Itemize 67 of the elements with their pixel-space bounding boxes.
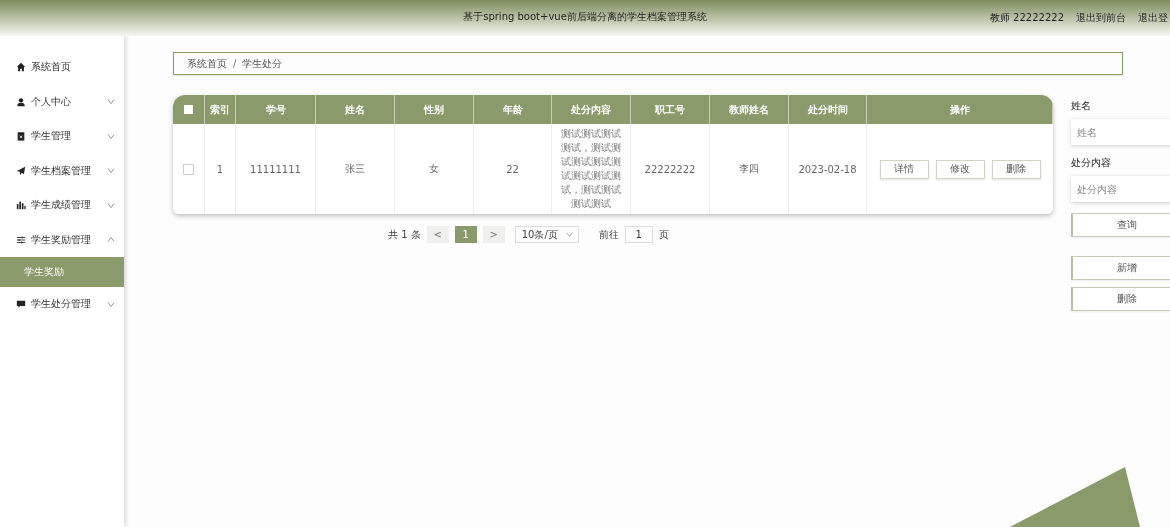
page-unit-label: 页	[658, 227, 669, 242]
column-header: 教师姓名	[710, 95, 789, 124]
breadcrumb-item[interactable]: 系统首页	[187, 56, 227, 71]
table-cell: 1	[205, 124, 236, 214]
paper-plane-icon	[16, 165, 26, 176]
clipboard-icon	[16, 131, 26, 142]
menu-item[interactable]: 个人中心	[0, 84, 124, 119]
table-cell: 11111111	[236, 124, 316, 214]
next-page-button[interactable]: >	[482, 226, 505, 243]
table-cell: 2023-02-18	[789, 124, 867, 214]
menu-label: 学生奖励管理	[31, 232, 91, 247]
chevron-down-icon	[565, 232, 573, 237]
menu-label: 学生成绩管理	[31, 198, 91, 213]
total-count: 共 1 条	[388, 227, 421, 242]
menu-label: 学生档案管理	[31, 163, 91, 178]
user-label: 教师 22222222	[989, 11, 1064, 25]
column-header: 索引	[205, 95, 236, 124]
sliders-icon	[16, 234, 26, 245]
table-cell: 22	[474, 124, 552, 214]
action-button[interactable]: 删除	[991, 159, 1041, 179]
form-button[interactable]: 查询	[1071, 213, 1170, 237]
column-header: 性别	[395, 95, 474, 124]
page-size-select[interactable]: 10条/页	[514, 226, 579, 243]
select-all-checkbox[interactable]	[184, 105, 193, 114]
column-header: 职工号	[631, 95, 710, 124]
goto-label: 前往	[598, 227, 619, 242]
action-button[interactable]: 详情	[879, 159, 929, 179]
header-link[interactable]: 退出登	[1138, 11, 1168, 25]
prev-page-button[interactable]: <	[426, 226, 449, 243]
bar-chart-icon	[16, 200, 26, 211]
user-icon	[16, 96, 26, 107]
menu-item[interactable]: 学生奖励管理	[0, 222, 124, 257]
message-icon	[16, 299, 26, 310]
menu-item[interactable]: 系统首页	[0, 50, 124, 85]
row-checkbox[interactable]	[183, 163, 194, 175]
table-cell: 张三	[316, 124, 395, 214]
menu-item[interactable]: 学生成绩管理	[0, 188, 124, 223]
menu-item[interactable]: 学生处分管理	[0, 287, 124, 322]
action-button[interactable]: 修改	[935, 159, 985, 179]
column-header: 处分时间	[789, 95, 867, 124]
breadcrumb-item: 学生处分	[242, 56, 283, 71]
table-cell: 22222222	[631, 124, 710, 214]
table-cell: 女	[395, 124, 474, 214]
menu-item[interactable]: 学生管理	[0, 119, 124, 154]
breadcrumb-separator: /	[233, 58, 237, 69]
field-label: 姓名	[1071, 99, 1092, 113]
table-cell: 测试测试测试测试，测试测试测试测试测试测试测试测试，测试测试测试测试	[552, 124, 631, 214]
search-field[interactable]: 处分内容	[1071, 176, 1170, 202]
column-header: 姓名	[316, 95, 395, 124]
column-header: 年龄	[474, 95, 552, 124]
field-label: 处分内容	[1071, 156, 1112, 170]
menu-label: 学生处分管理	[31, 297, 91, 312]
search-field[interactable]: 姓名	[1071, 119, 1170, 145]
column-header: 操作	[867, 95, 1053, 124]
app-title: 基于spring boot+vue前后端分离的学生档案管理系统	[463, 10, 707, 24]
form-button[interactable]: 删除	[1071, 287, 1170, 311]
header-link[interactable]: 退出到前台	[1076, 11, 1126, 25]
menu-label: 学生管理	[31, 129, 71, 144]
form-button[interactable]: 新增	[1071, 256, 1170, 280]
menu-item[interactable]: 学生档案管理	[0, 153, 124, 188]
page-input[interactable]: 1	[624, 226, 653, 243]
column-header: 处分内容	[552, 95, 631, 124]
menu-label: 个人中心	[31, 94, 71, 109]
menu-label: 系统首页	[31, 60, 71, 75]
home-icon	[16, 62, 26, 73]
column-header: 学号	[236, 95, 316, 124]
table-cell: 李四	[710, 124, 789, 214]
